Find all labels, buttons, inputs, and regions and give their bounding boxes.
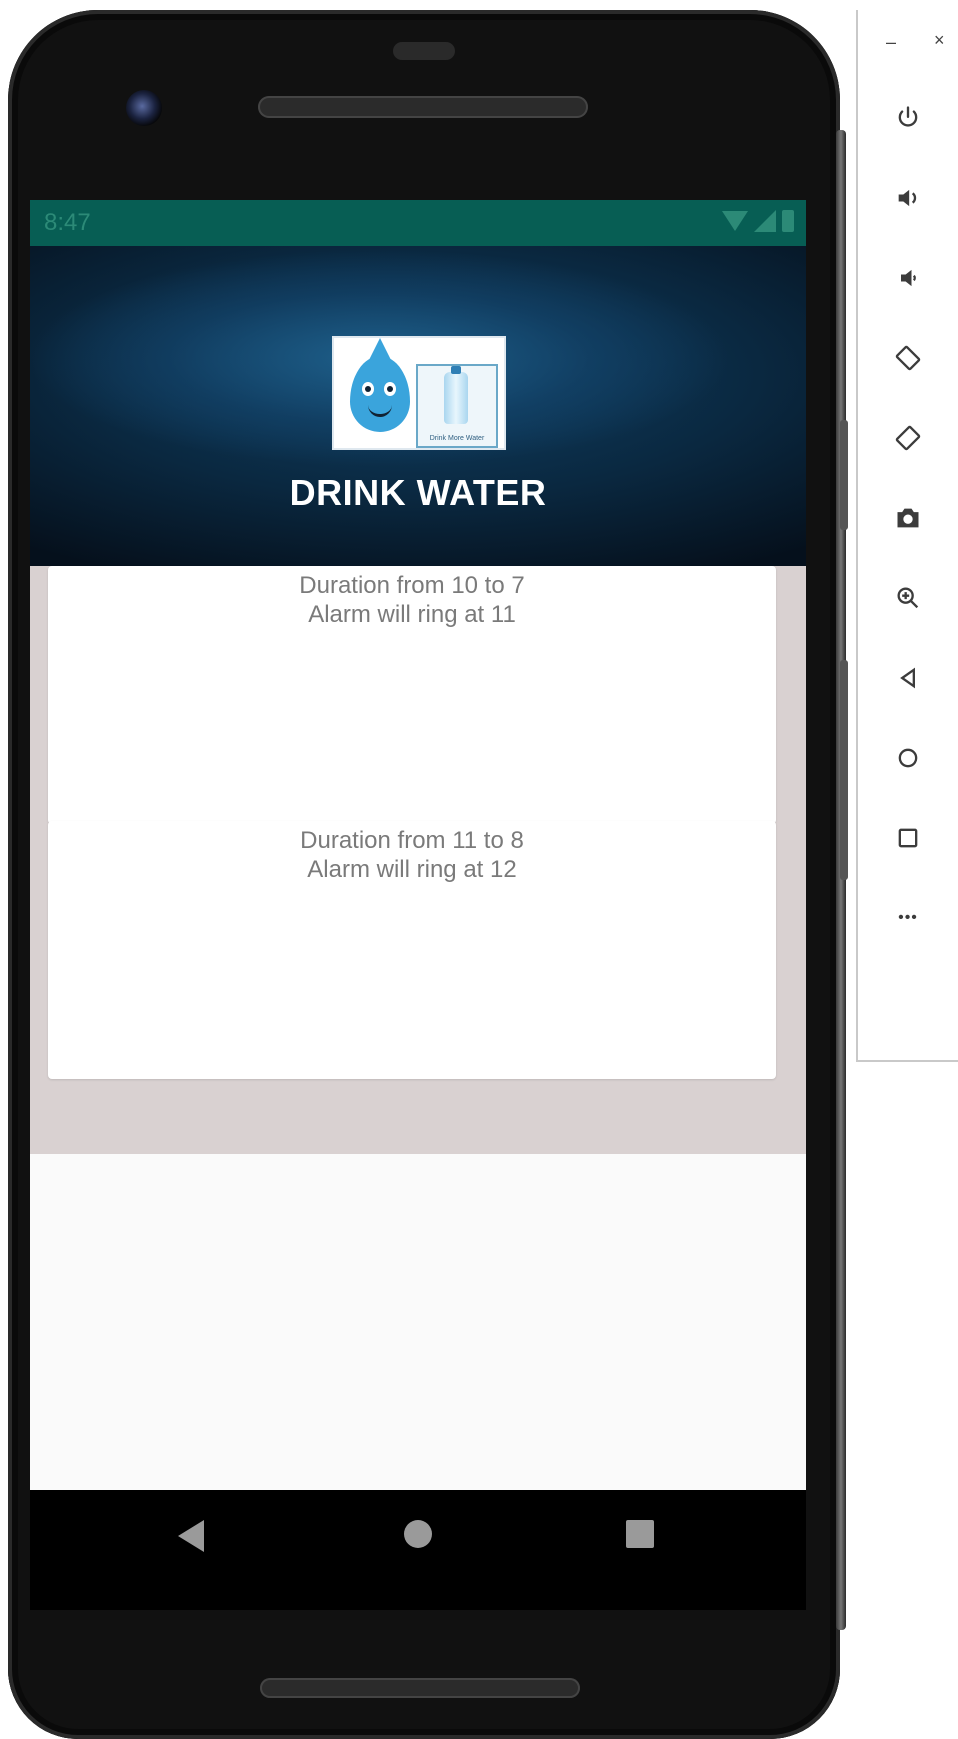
navigation-bar	[30, 1490, 806, 1610]
alarm-time-text: Alarm will ring at 12	[307, 856, 517, 883]
water-drop-mascot-icon	[350, 338, 410, 432]
status-time: 8:47	[44, 209, 91, 236]
volume-down-icon[interactable]	[888, 258, 928, 298]
mascot-mouth	[368, 404, 392, 417]
mascot-eye	[384, 382, 396, 396]
back-icon[interactable]	[888, 658, 928, 698]
status-bar: 8:47	[30, 200, 806, 246]
power-icon[interactable]	[888, 98, 928, 138]
water-sign: Drink More Water	[416, 364, 498, 448]
signal-icon	[754, 210, 776, 232]
water-bottle-icon	[444, 366, 468, 424]
earpiece-speaker	[258, 96, 588, 118]
window-controls: – ×	[858, 30, 958, 56]
battery-icon	[782, 210, 794, 232]
volume-up-icon[interactable]	[888, 178, 928, 218]
app-header: Drink More Water DRINK WATER	[30, 246, 806, 566]
app-logo: Drink More Water	[332, 336, 506, 450]
alarm-card[interactable]: Duration from 11 to 8 Alarm will ring at…	[48, 821, 776, 1079]
home-nav-icon[interactable]	[404, 1520, 432, 1548]
alarm-card[interactable]: Duration from 10 to 7 Alarm will ring at…	[48, 566, 776, 824]
front-camera-icon	[126, 90, 162, 126]
volume-side-button	[840, 660, 848, 880]
alarm-list: Duration from 10 to 7 Alarm will ring at…	[30, 566, 806, 1154]
app-screen: 8:47 Drink More Water DRINK WATER Durati…	[30, 200, 806, 1490]
status-icons	[722, 210, 794, 232]
power-side-button	[840, 420, 848, 530]
rotate-left-icon[interactable]	[888, 338, 928, 378]
bottom-speaker	[260, 1678, 580, 1698]
overview-icon[interactable]	[888, 818, 928, 858]
back-nav-icon[interactable]	[178, 1520, 204, 1552]
camera-icon[interactable]	[888, 498, 928, 538]
logo-caption: Drink More Water	[429, 435, 485, 442]
phone-edge	[836, 130, 846, 1630]
app-title: DRINK WATER	[289, 472, 547, 513]
minimize-button[interactable]: –	[886, 32, 896, 53]
zoom-icon[interactable]	[888, 578, 928, 618]
recents-nav-icon[interactable]	[626, 1520, 654, 1548]
emulator-toolbar: – × •••	[856, 10, 958, 1062]
more-icon[interactable]: •••	[888, 898, 928, 938]
wifi-icon	[722, 211, 748, 231]
close-button[interactable]: ×	[934, 30, 945, 51]
mascot-eye	[362, 382, 374, 396]
home-icon[interactable]	[888, 738, 928, 778]
alarm-time-text: Alarm will ring at 11	[308, 601, 516, 628]
duration-text: Duration from 11 to 8	[300, 827, 524, 854]
proximity-sensor	[393, 42, 455, 60]
rotate-right-icon[interactable]	[888, 418, 928, 458]
duration-text: Duration from 10 to 7	[299, 572, 525, 599]
